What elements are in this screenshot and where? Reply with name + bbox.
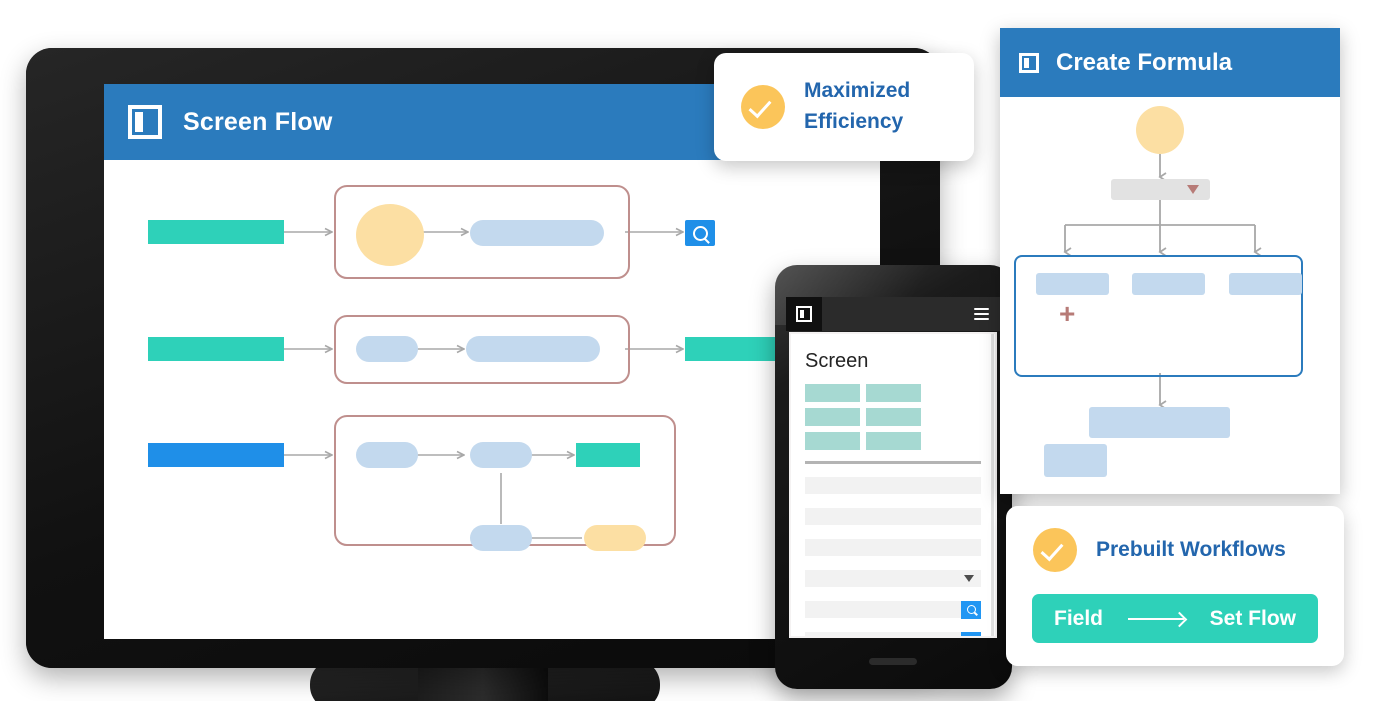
check-circle-icon xyxy=(1033,528,1077,572)
tile[interactable] xyxy=(866,408,921,426)
decision-node-circle[interactable] xyxy=(356,204,424,266)
divider xyxy=(805,461,981,464)
tile[interactable] xyxy=(866,384,921,402)
workflows-card-title: Prebuilt Workflows xyxy=(1096,538,1286,561)
illustration-stage: Screen Flow Screen Maximized Efficiency … xyxy=(0,0,1386,701)
search-icon xyxy=(966,605,976,614)
phone-screen-heading: Screen xyxy=(805,350,869,372)
formula-operand-2[interactable] xyxy=(1132,273,1205,295)
formula-result[interactable] xyxy=(1089,407,1230,438)
action-node-pill-b[interactable] xyxy=(470,442,532,468)
efficiency-title-line-1: Maximized xyxy=(804,79,911,103)
start-node-blue[interactable] xyxy=(148,443,284,467)
phone-scrollbar[interactable] xyxy=(991,334,994,636)
start-node-teal[interactable] xyxy=(148,220,284,244)
salesforce-flow-logo-icon xyxy=(128,105,162,139)
check-circle-icon xyxy=(741,85,785,129)
formula-start-circle[interactable] xyxy=(1136,106,1184,154)
formula-plus-operator: + xyxy=(1059,298,1076,329)
action-node-pill-wide[interactable] xyxy=(466,336,600,362)
caret-down-icon xyxy=(964,575,974,582)
start-node-teal[interactable] xyxy=(148,337,284,361)
phone-tile-grid xyxy=(805,384,981,450)
create-formula-panel: Create Formula + xyxy=(1000,28,1340,494)
branch-end-peach[interactable] xyxy=(584,525,646,551)
formula-operand-3[interactable] xyxy=(1229,273,1302,295)
search-icon xyxy=(692,225,708,241)
phone-speaker-slot xyxy=(869,658,917,665)
lookup-field-1[interactable] xyxy=(805,600,981,619)
tile[interactable] xyxy=(805,384,860,402)
workflows-card-header: Prebuilt Workflows xyxy=(1006,528,1344,572)
lookup-field-2[interactable] xyxy=(805,631,981,636)
pill-right-label: Set Flow xyxy=(1209,606,1296,630)
search-node[interactable] xyxy=(685,220,715,246)
formula-canvas: + xyxy=(1000,97,1340,494)
caret-down-icon xyxy=(1187,185,1199,194)
tile[interactable] xyxy=(866,432,921,450)
efficiency-title-line-2: Efficiency xyxy=(804,110,904,133)
text-field-1[interactable] xyxy=(805,477,981,494)
flow-canvas xyxy=(104,160,880,639)
phone-screen: Screen xyxy=(789,332,997,638)
phone-logo-tile xyxy=(786,297,822,331)
action-node-pill[interactable] xyxy=(470,220,604,246)
text-field-2[interactable] xyxy=(805,508,981,525)
arrow-right-icon xyxy=(1128,617,1185,620)
create-formula-title: Create Formula xyxy=(1056,48,1233,76)
search-button[interactable] xyxy=(961,600,981,619)
search-button[interactable] xyxy=(961,631,981,636)
pill-left-label: Field xyxy=(1054,606,1104,630)
action-node-pill-small[interactable] xyxy=(356,336,418,362)
phone-app-topbar xyxy=(786,297,1001,331)
desktop-screen: Screen Flow xyxy=(104,84,880,639)
formula-operand-1[interactable] xyxy=(1036,273,1109,295)
hamburger-menu-icon[interactable] xyxy=(974,305,989,323)
end-node-teal[interactable] xyxy=(576,443,640,467)
salesforce-flow-logo-icon xyxy=(1019,52,1039,73)
formula-dropdown[interactable] xyxy=(1111,179,1210,200)
tile[interactable] xyxy=(805,408,860,426)
efficiency-card-title: Maximized Efficiency xyxy=(804,76,910,137)
branch-node-pill[interactable] xyxy=(470,525,532,551)
salesforce-flow-logo-icon xyxy=(796,306,812,322)
formula-operand-4[interactable] xyxy=(1044,444,1107,477)
maximized-efficiency-card: Maximized Efficiency xyxy=(714,53,974,161)
screen-flow-title: Screen Flow xyxy=(183,107,333,136)
phone-page-content: Screen xyxy=(791,334,995,636)
dropdown-field[interactable] xyxy=(805,570,981,587)
prebuilt-workflows-card: Prebuilt Workflows Field Set Flow xyxy=(1006,506,1344,666)
tile[interactable] xyxy=(805,432,860,450)
action-node-pill-a[interactable] xyxy=(356,442,418,468)
text-field-3[interactable] xyxy=(805,539,981,556)
field-to-set-flow-pill[interactable]: Field Set Flow xyxy=(1032,594,1318,643)
create-formula-header: Create Formula xyxy=(1000,28,1340,97)
